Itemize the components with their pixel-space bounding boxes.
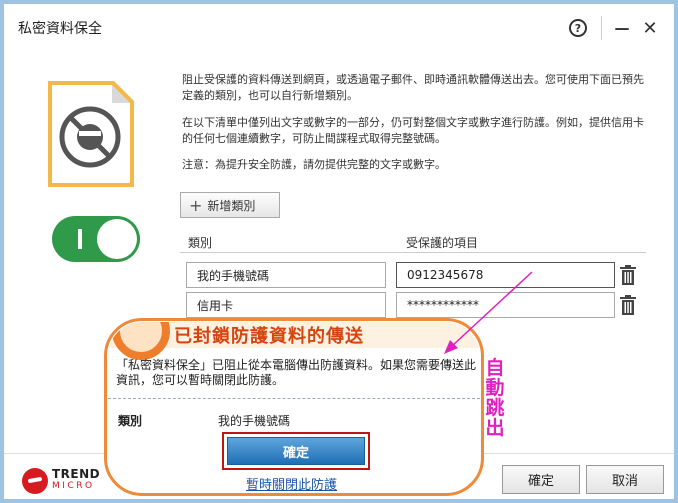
trend-micro-logo-icon [22, 468, 48, 494]
popup-title: 已封鎖防護資料的傳送 [174, 326, 364, 347]
description-paragraph-2: 在以下清單中僅列出文字或數字的一部分，仍可對整個文字或數字進行防護。例如，提供信… [182, 116, 644, 145]
blocked-transmission-popup: 已封鎖防護資料的傳送 「私密資料保全」已阻止從本電腦傳出防護資料。如果您需要傳送… [108, 322, 480, 492]
note-paragraph: 注意：為提升安全防護，請勿提供完整的文字或數字。 [182, 158, 446, 171]
popup-ok-highlight: 確定 [222, 432, 370, 470]
description-paragraph-1: 阻止受保護的資料傳送到網頁，或透過電子郵件、即時通訊軟體傳送出去。您可使用下面已… [182, 73, 644, 102]
toggle-on-mark [78, 229, 82, 249]
trash-icon[interactable] [619, 265, 637, 285]
popup-category-label: 類別 [118, 414, 143, 428]
title-bar: 私密資料保全 ? — ✕ [4, 4, 674, 52]
popup-divider [108, 398, 480, 399]
plus-icon: + [189, 195, 203, 215]
brand-name: TREND [52, 467, 101, 481]
help-icon: ? [569, 19, 587, 37]
close-button[interactable]: ✕ [637, 15, 663, 41]
category-field[interactable]: 我的手機號碼 [186, 262, 386, 288]
popup-category-value: 我的手機號碼 [218, 414, 291, 428]
disable-protection-link[interactable]: 暫時關閉此防護 [246, 474, 337, 492]
title-separator [601, 16, 602, 40]
brand-sub: MICRO [52, 481, 95, 491]
minimize-button[interactable]: — [609, 15, 635, 41]
protection-toggle[interactable] [52, 216, 140, 262]
protected-item-field[interactable]: 0912345678 [396, 262, 615, 288]
window-title: 私密資料保全 [18, 21, 102, 37]
column-header-category: 類別 [188, 236, 213, 250]
private-data-document-icon [48, 81, 134, 187]
toggle-knob [97, 219, 137, 259]
add-category-button[interactable]: + 新增類別 [180, 192, 280, 218]
column-header-protected-item: 受保護的項目 [406, 236, 479, 250]
annotation-text: 自動跳出 [485, 357, 505, 439]
header-divider [180, 252, 646, 253]
category-field[interactable]: 信用卡 [186, 292, 386, 318]
popup-badge-icon [112, 322, 170, 360]
trash-icon[interactable] [619, 295, 637, 315]
popup-ok-button[interactable]: 確定 [227, 437, 365, 465]
help-button[interactable]: ? [565, 15, 591, 41]
cancel-button[interactable]: 取消 [586, 465, 664, 494]
ok-button[interactable]: 確定 [502, 465, 580, 494]
popup-message: 「私密資料保全」已阻止從本電腦傳出防護資料。如果您需要傳送此資訊，您可以暫時關閉… [116, 358, 477, 387]
add-category-label: 新增類別 [207, 198, 256, 213]
protected-item-field[interactable]: ************ [396, 292, 615, 318]
